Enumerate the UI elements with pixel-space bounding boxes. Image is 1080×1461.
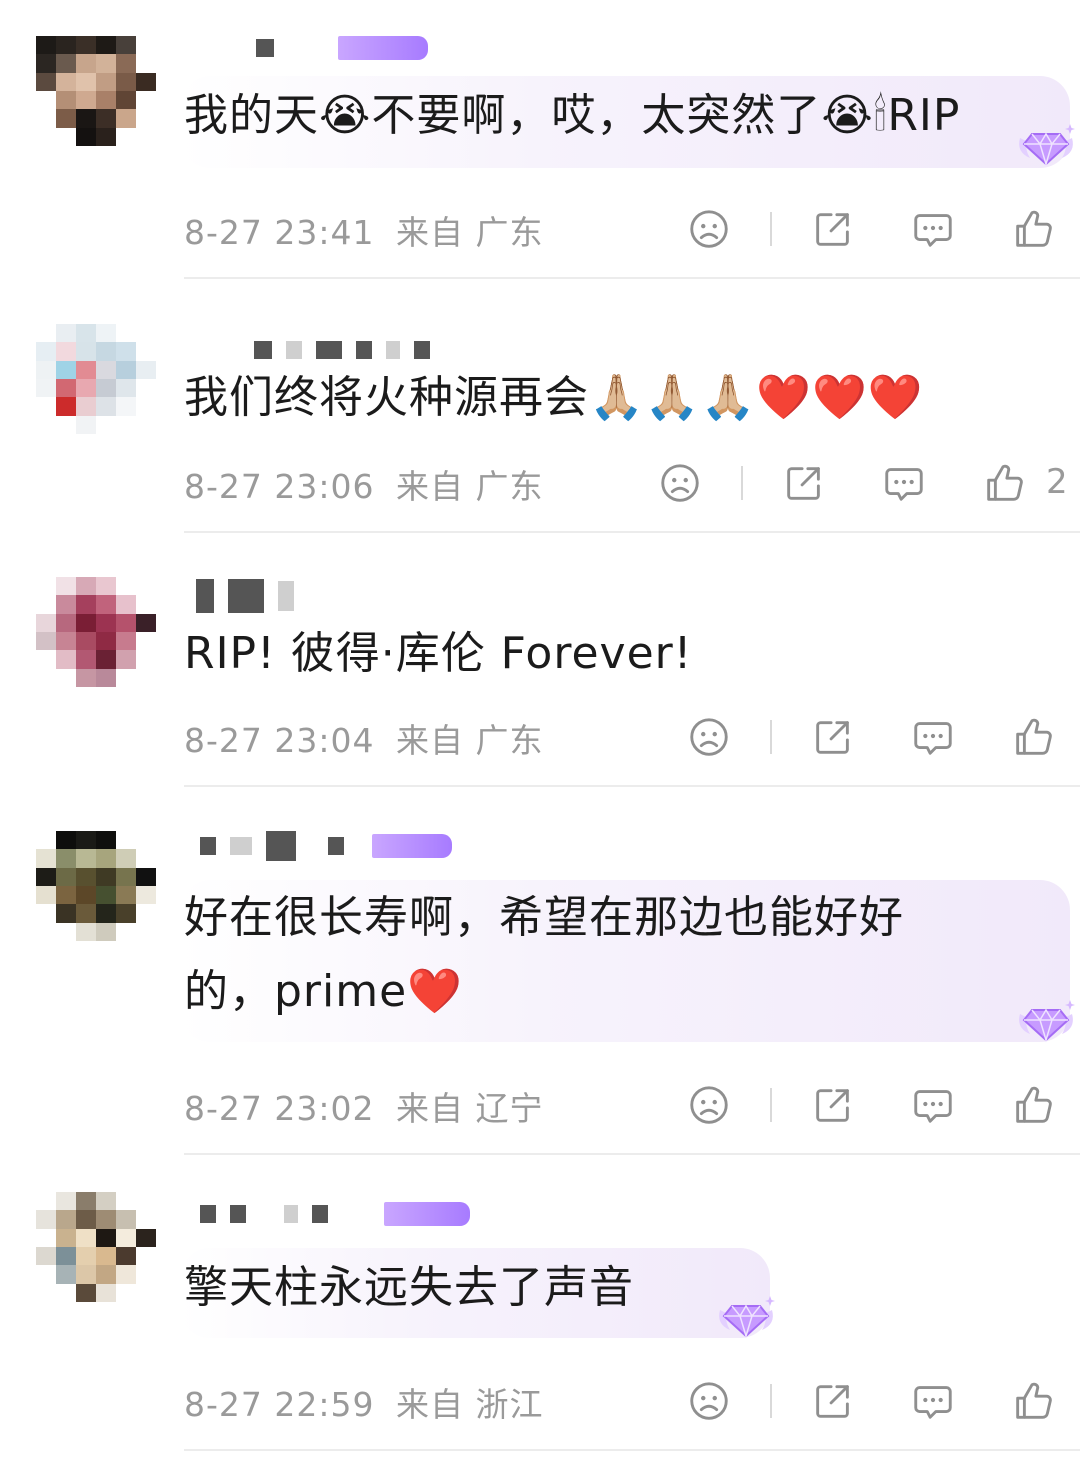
share-icon <box>781 460 827 506</box>
comment-text-line1: 好在很长寿啊，希望在那边也能好好 <box>184 892 904 943</box>
like-button[interactable] <box>1008 1080 1058 1130</box>
dislike-button[interactable] <box>684 1080 734 1130</box>
comment-icon <box>910 1082 956 1128</box>
share-icon <box>810 1082 856 1128</box>
like-button[interactable] <box>1008 712 1058 762</box>
sad-face-icon <box>657 460 703 506</box>
reply-button[interactable] <box>908 1376 958 1426</box>
thumbs-up-icon <box>1010 714 1056 760</box>
share-button[interactable] <box>808 1080 858 1130</box>
diamond-badge-icon <box>714 1290 778 1340</box>
row-divider <box>184 1449 1080 1451</box>
sad-face-icon <box>686 714 732 760</box>
divider-line <box>741 466 743 500</box>
comment-actions <box>0 1376 1080 1426</box>
username[interactable] <box>196 826 452 866</box>
sad-face-icon <box>686 206 732 252</box>
reply-button[interactable] <box>908 204 958 254</box>
thumbs-up-icon <box>1010 206 1056 252</box>
diamond-badge-icon <box>1014 994 1078 1044</box>
thumbs-up-icon <box>1010 1082 1056 1128</box>
row-divider <box>184 1153 1080 1155</box>
divider-line <box>770 1384 772 1418</box>
comment-text: 擎天柱永远失去了声音 <box>184 1262 634 1313</box>
comment-icon <box>910 206 956 252</box>
share-button[interactable] <box>808 712 858 762</box>
comment-actions <box>0 1080 1080 1130</box>
share-button[interactable] <box>808 204 858 254</box>
row-divider <box>184 785 1080 787</box>
thumbs-up-icon <box>1010 1378 1056 1424</box>
share-icon <box>810 206 856 252</box>
share-button[interactable] <box>779 458 829 508</box>
sad-face-icon <box>686 1378 732 1424</box>
share-icon <box>810 714 856 760</box>
comment-icon <box>910 1378 956 1424</box>
reply-button[interactable] <box>879 458 929 508</box>
avatar[interactable] <box>36 1192 156 1302</box>
row-divider <box>184 531 1080 533</box>
comment-text: RIP! 彼得·库伦 Forever! <box>184 628 693 679</box>
comment-text: 我的天😭不要啊，哎，太突然了😭🕯RIP <box>184 90 961 141</box>
dislike-button[interactable] <box>684 1376 734 1426</box>
comment-icon <box>881 460 927 506</box>
comment-text: 我们终将火种源再会🙏🏼🙏🏼🙏🏼❤️❤️❤️ <box>184 372 924 423</box>
dislike-button[interactable] <box>655 458 705 508</box>
thumbs-up-icon <box>981 460 1027 506</box>
diamond-badge-icon <box>1014 118 1078 168</box>
dislike-button[interactable] <box>684 204 734 254</box>
avatar[interactable] <box>36 831 156 941</box>
divider-line <box>770 212 772 246</box>
reply-button[interactable] <box>908 712 958 762</box>
divider-line <box>770 720 772 754</box>
sad-face-icon <box>686 1082 732 1128</box>
username[interactable] <box>196 576 294 616</box>
share-icon <box>810 1378 856 1424</box>
reply-button[interactable] <box>908 1080 958 1130</box>
divider-line <box>770 1088 772 1122</box>
like-button[interactable] <box>1008 1376 1058 1426</box>
like-button[interactable] <box>1008 204 1058 254</box>
comment-text-line2: 的，prime❤️ <box>184 966 463 1017</box>
row-divider <box>184 277 1080 279</box>
avatar[interactable] <box>36 577 156 687</box>
username[interactable] <box>196 28 428 68</box>
like-count: 2 <box>1046 462 1068 502</box>
comment-actions <box>0 204 1080 254</box>
comment-icon <box>910 714 956 760</box>
username[interactable] <box>196 1194 470 1234</box>
avatar[interactable] <box>36 36 156 146</box>
avatar[interactable] <box>36 324 156 434</box>
comment-actions <box>0 712 1080 762</box>
like-button[interactable] <box>979 458 1029 508</box>
comment-actions: 2 <box>0 458 1080 508</box>
share-button[interactable] <box>808 1376 858 1426</box>
dislike-button[interactable] <box>684 712 734 762</box>
